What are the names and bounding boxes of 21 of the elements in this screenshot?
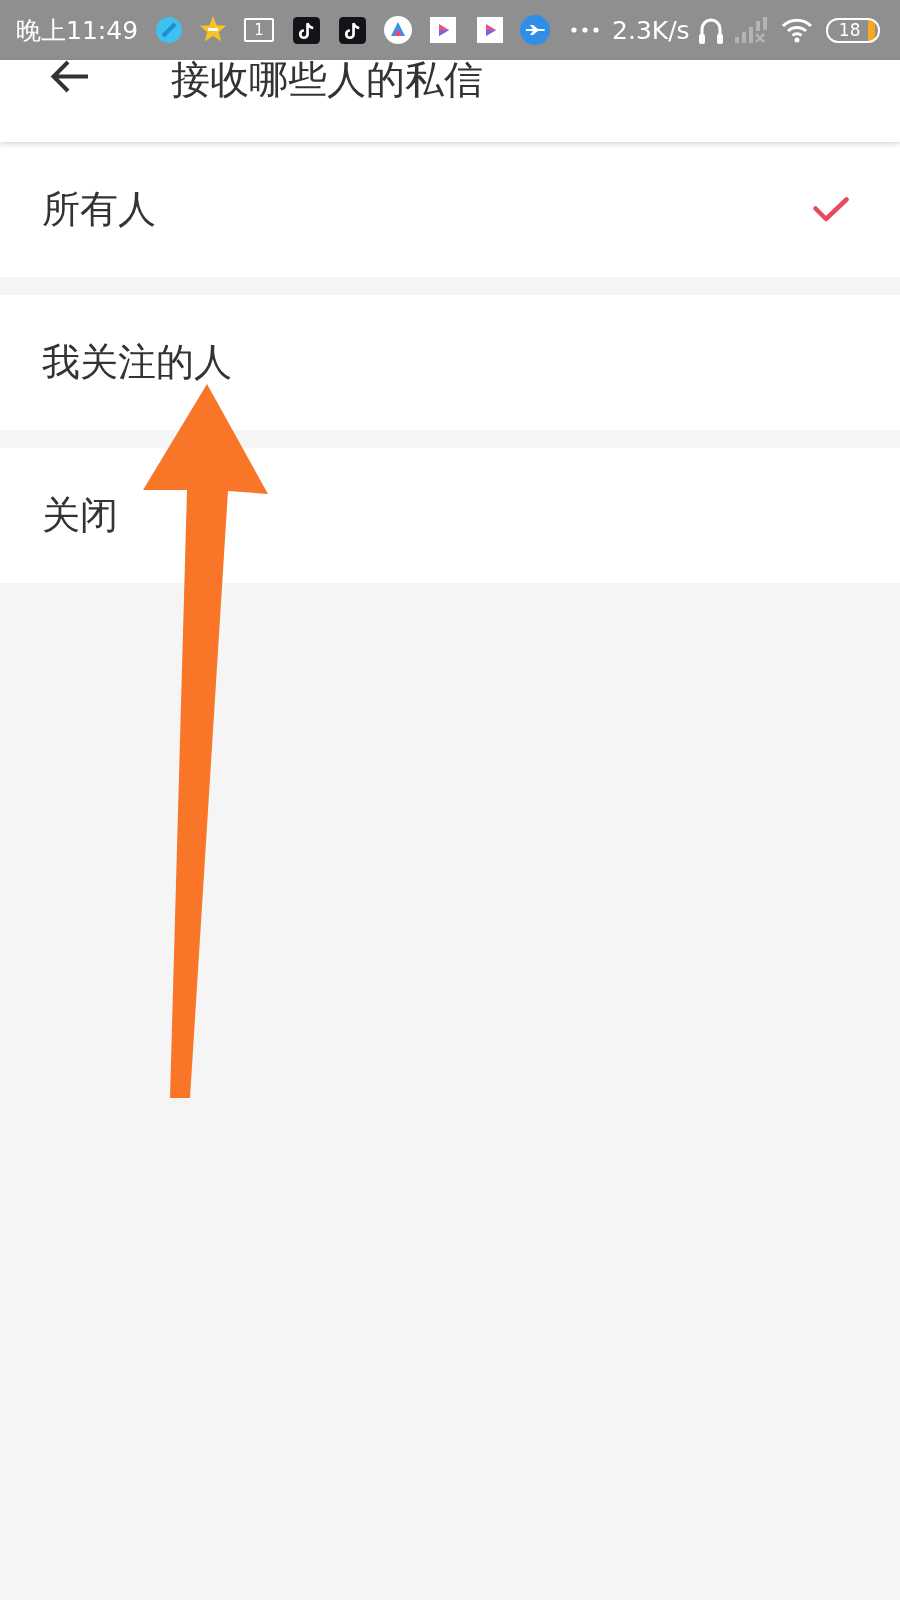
round-app-icon (156, 17, 183, 43)
option-item[interactable]: 关闭 (0, 448, 900, 583)
back-arrow-icon[interactable] (50, 60, 90, 93)
headphones-icon (697, 16, 724, 44)
play-icon (430, 17, 457, 43)
option-item[interactable]: 我关注的人 (0, 295, 900, 430)
battery-indicator: 18 (825, 17, 880, 43)
network-speed: 2.3K/s (612, 15, 690, 45)
music-note-icon (339, 16, 367, 44)
status-time: 晚上11:49 (16, 14, 139, 47)
wifi-icon (780, 17, 813, 43)
star-icon (199, 16, 228, 44)
play-icon (477, 17, 504, 43)
option-item[interactable]: 所有人 (0, 142, 900, 277)
more-icon (570, 26, 601, 34)
signal-icon (734, 17, 769, 43)
page-title: 接收哪些人的私信 (171, 60, 483, 100)
music-note-icon (293, 16, 321, 44)
triangle-logo-icon (384, 16, 413, 44)
airplane-icon (520, 15, 551, 45)
count-badge: 1 (244, 18, 275, 42)
